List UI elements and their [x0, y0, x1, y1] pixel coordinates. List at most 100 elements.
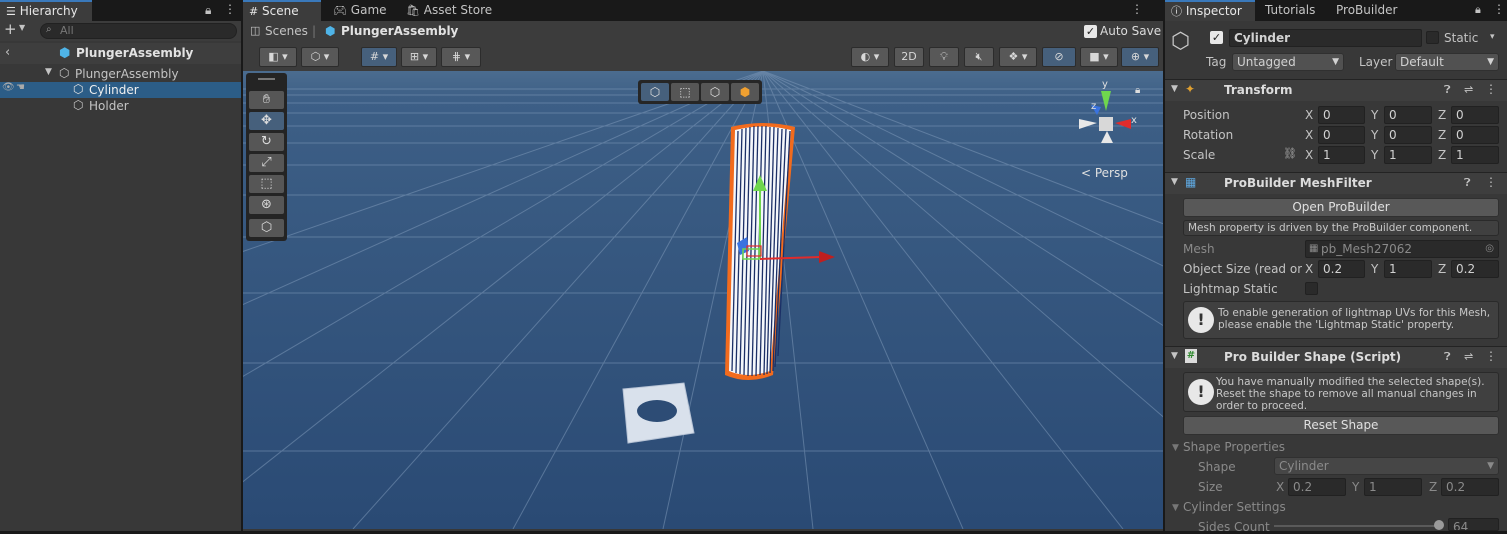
object-name-field[interactable]: Cylinder: [1229, 29, 1422, 47]
grid-visibility-dropdown[interactable]: ⋕ ▾: [441, 47, 481, 67]
audio-toggle[interactable]: 🔇︎: [964, 47, 994, 67]
foldout-arrow-icon[interactable]: ▼: [1172, 443, 1179, 453]
2d-toggle[interactable]: 2D: [894, 47, 924, 67]
hand-tool-icon[interactable]: ✋︎: [249, 91, 284, 109]
object-mode-icon[interactable]: ⬡: [641, 83, 669, 101]
back-arrow-icon[interactable]: ‹: [5, 45, 10, 60]
static-checkbox[interactable]: [1426, 31, 1439, 44]
tab-inspector[interactable]: ⓘ Inspector: [1165, 0, 1255, 21]
orientation-gizmo[interactable]: y x z 🔒︎: [1071, 79, 1151, 169]
layer-dropdown[interactable]: Default ▼: [1395, 53, 1499, 71]
foldout-arrow-icon[interactable]: ▼: [1171, 177, 1178, 187]
constrain-proportions-icon[interactable]: ⛓︎: [1283, 147, 1297, 160]
rotate-tool-icon[interactable]: ↻: [249, 133, 284, 151]
chevron-down-icon[interactable]: ▾: [1490, 32, 1495, 42]
camera-dropdown[interactable]: ■ ▾: [1080, 47, 1118, 67]
hierarchy-item-plungerassembly[interactable]: ▼ ⬡ PlungerAssembly: [0, 66, 241, 82]
foldout-arrow-icon[interactable]: ▼: [1171, 351, 1178, 361]
breadcrumb-root[interactable]: Scenes: [265, 24, 308, 38]
scale-z-field[interactable]: 1: [1451, 146, 1499, 164]
tab-asset-store[interactable]: 🛍︎ Asset Store: [400, 0, 500, 21]
help-icon[interactable]: ❓︎: [1464, 176, 1471, 190]
tab-game[interactable]: 🎮︎ Game: [327, 0, 397, 21]
tab-scene[interactable]: # Scene: [243, 0, 321, 21]
hierarchy-item-cylinder[interactable]: 👁︎ ☚ ⬡ Cylinder: [0, 82, 241, 98]
rotation-y-field[interactable]: 0: [1384, 126, 1432, 144]
lightmap-static-checkbox[interactable]: [1305, 282, 1318, 295]
lock-icon[interactable]: 🔒︎: [1475, 3, 1481, 17]
shape-header[interactable]: ▼ # Pro Builder Shape (Script) ❓︎ ⇌ ⋮: [1165, 346, 1507, 368]
grid-snap-button[interactable]: # ▾: [361, 47, 397, 67]
rotation-z-field[interactable]: 0: [1451, 126, 1499, 144]
holder-mesh[interactable]: [622, 382, 695, 444]
edge-mode-icon[interactable]: ⬡: [701, 83, 729, 101]
scale-y-field[interactable]: 1: [1384, 146, 1432, 164]
auto-save-checkbox[interactable]: ✓: [1084, 25, 1097, 38]
rotation-label: Rotation: [1183, 128, 1234, 142]
position-x-field[interactable]: 0: [1318, 106, 1365, 124]
position-z-field[interactable]: 0: [1451, 106, 1499, 124]
lighting-toggle[interactable]: 💡︎: [929, 47, 959, 67]
tag-dropdown[interactable]: Untagged ▼: [1232, 53, 1344, 71]
pickable-hand-icon[interactable]: ☚: [16, 82, 25, 93]
vertex-mode-icon[interactable]: ⬚: [671, 83, 699, 101]
scale-x-field[interactable]: 1: [1318, 146, 1365, 164]
add-icon[interactable]: +: [4, 20, 17, 38]
move-tool-icon[interactable]: ✥: [249, 112, 284, 130]
expand-arrow-icon[interactable]: ▼: [45, 67, 52, 77]
tab-probuilder[interactable]: ProBuilder: [1330, 0, 1410, 21]
scene-viewport[interactable]: ⬡ ⬚ ⬡ ⬢ y x z 🔒︎ < Persp: [243, 71, 1163, 529]
menu-dots-icon[interactable]: ⋮: [1485, 82, 1497, 96]
rect-tool-icon[interactable]: ⬚: [249, 175, 284, 193]
persp-label[interactable]: < Persp: [1081, 166, 1128, 180]
global-dropdown[interactable]: ⬡ ▾: [301, 47, 339, 67]
presets-icon[interactable]: ⇌: [1464, 83, 1473, 96]
face-mode-icon[interactable]: ⬢: [731, 83, 759, 101]
chevron-down-icon[interactable]: ▼: [19, 23, 25, 32]
meshfilter-header[interactable]: ▼ ▦ ProBuilder MeshFilter ❓︎ ⋮: [1165, 172, 1507, 194]
pivot-dropdown[interactable]: ◧ ▾: [259, 47, 297, 67]
menu-dots-icon[interactable]: ⋮: [1485, 349, 1497, 363]
open-probuilder-button[interactable]: Open ProBuilder: [1183, 198, 1499, 217]
shape-properties-label[interactable]: Shape Properties: [1183, 440, 1285, 454]
cylinder-settings-label[interactable]: Cylinder Settings: [1183, 500, 1286, 514]
menu-dots-icon[interactable]: ⋮: [1485, 175, 1497, 189]
lock-icon[interactable]: 🔒︎: [1135, 85, 1140, 96]
grid-icon: #: [249, 5, 259, 18]
custom-tool-icon[interactable]: ⬡: [249, 219, 284, 237]
presets-icon[interactable]: ⇌: [1464, 350, 1473, 363]
hierarchy-item-holder[interactable]: ⬡ Holder: [0, 98, 241, 114]
hierarchy-search[interactable]: ⌕ All: [40, 23, 237, 39]
active-checkbox[interactable]: ✓: [1210, 31, 1223, 44]
help-icon[interactable]: ❓︎: [1444, 350, 1451, 364]
breadcrumb-current[interactable]: PlungerAssembly: [341, 24, 458, 38]
menu-dots-icon[interactable]: ⋮: [224, 2, 236, 16]
hierarchy-item-label: Cylinder: [89, 83, 139, 97]
hidden-objects-toggle[interactable]: ⊘: [1042, 47, 1076, 67]
gameobject-icon: ⬡: [1171, 29, 1191, 54]
tools-drag-handle[interactable]: [258, 78, 275, 80]
effects-dropdown[interactable]: ❖ ▾: [999, 47, 1037, 67]
scale-tool-icon[interactable]: ⤢: [249, 154, 284, 172]
foldout-arrow-icon[interactable]: ▼: [1171, 84, 1178, 94]
transform-header[interactable]: ▼ ✦ Transform ❓︎ ⇌ ⋮: [1165, 79, 1507, 101]
draw-mode-dropdown[interactable]: ◐ ▾: [851, 47, 889, 67]
rotation-x-field[interactable]: 0: [1318, 126, 1365, 144]
visibility-eye-icon[interactable]: 👁︎: [2, 82, 15, 93]
tab-hierarchy[interactable]: ☰ Hierarchy: [0, 0, 92, 21]
foldout-arrow-icon[interactable]: ▼: [1172, 503, 1179, 513]
help-icon[interactable]: ❓︎: [1444, 83, 1451, 97]
eye-slash-icon: ⊘: [1054, 50, 1064, 63]
hierarchy-gutter: [0, 66, 29, 531]
snap-increment-dropdown[interactable]: ⊞ ▾: [401, 47, 437, 67]
reset-shape-button[interactable]: Reset Shape: [1183, 416, 1499, 435]
lock-icon[interactable]: 🔒︎: [205, 3, 211, 18]
menu-dots-icon[interactable]: ⋮: [1131, 2, 1143, 16]
position-y-field[interactable]: 0: [1384, 106, 1432, 124]
menu-dots-icon[interactable]: ⋮: [1493, 2, 1505, 16]
scene-header-row[interactable]: ‹ ⬢ PlungerAssembly: [0, 43, 241, 64]
transform-tool-icon[interactable]: ⊛: [249, 196, 284, 214]
tab-tutorials[interactable]: Tutorials: [1259, 0, 1329, 21]
scene-tabbar: # Scene 🎮︎ Game 🛍︎ Asset Store ⋮: [243, 0, 1163, 21]
gizmos-dropdown[interactable]: ⊕ ▾: [1121, 47, 1159, 67]
